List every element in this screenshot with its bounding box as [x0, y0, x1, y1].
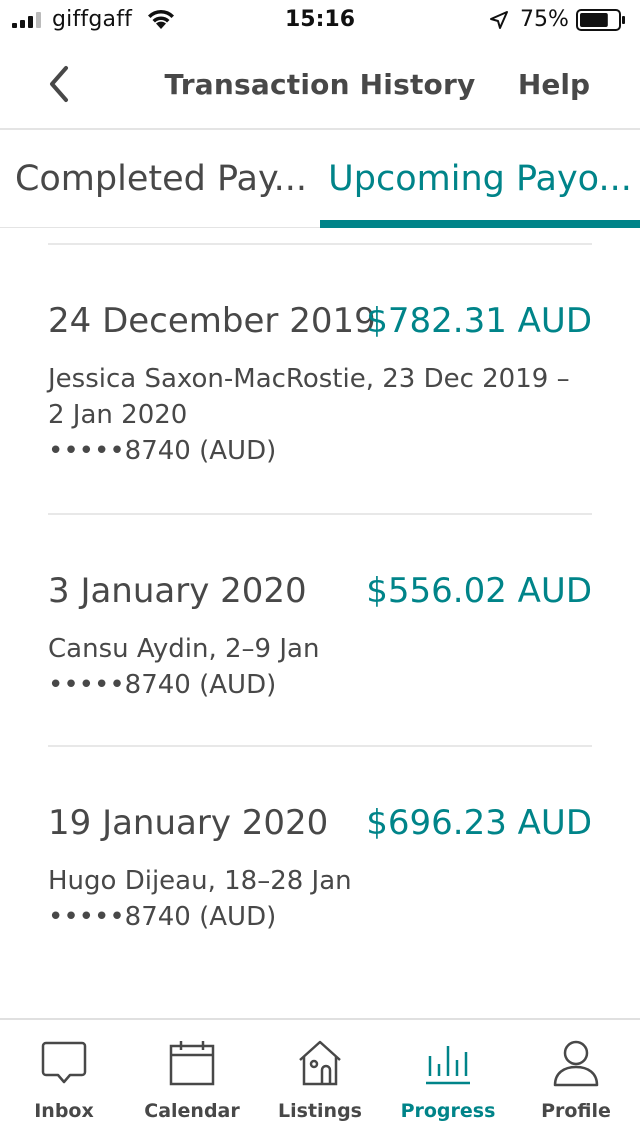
payout-list: 24 December 2019 $782.31 AUD Jessica Sax…	[48, 243, 592, 979]
screen: giffgaff 15:16 75% Transaction History H…	[0, 0, 640, 1136]
payout-amount: $696.23 AUD	[366, 803, 592, 843]
status-bar: giffgaff 15:16 75%	[0, 0, 640, 40]
payout-guest-dates: Jessica Saxon-MacRostie, 23 Dec 2019 – 2…	[48, 364, 570, 430]
payout-account: •••••8740 (AUD)	[48, 436, 277, 466]
tab-bar-item-profile[interactable]: Profile	[512, 1020, 640, 1136]
payout-account: •••••8740 (AUD)	[48, 670, 277, 700]
payout-guest-dates: Hugo Dijeau, 18–28 Jan	[48, 866, 352, 896]
battery-icon	[576, 9, 625, 31]
person-icon	[553, 1040, 599, 1087]
bottom-tab-bar: Inbox Calendar Listings Progress Profile	[0, 1018, 640, 1136]
payout-account: •••••8740 (AUD)	[48, 902, 277, 932]
speech-bubble-icon	[41, 1041, 87, 1084]
payout-date: 19 January 2020	[48, 803, 329, 843]
payout-header: 19 January 2020 $696.23 AUD	[48, 803, 592, 843]
tab-bar-label: Progress	[400, 1100, 496, 1122]
payout-date: 3 January 2020	[48, 571, 307, 611]
payout-header: 3 January 2020 $556.02 AUD	[48, 571, 592, 611]
tab-bar-label: Inbox	[34, 1100, 94, 1122]
payout-amount: $782.31 AUD	[366, 301, 592, 341]
payout-date: 24 December 2019	[48, 301, 376, 341]
payout-item[interactable]: 24 December 2019 $782.31 AUD Jessica Sax…	[48, 245, 592, 515]
tab-bar-item-calendar[interactable]: Calendar	[128, 1020, 256, 1136]
tab-bar-item-progress[interactable]: Progress	[384, 1020, 512, 1136]
tab-bar-item-inbox[interactable]: Inbox	[0, 1020, 128, 1136]
payout-item[interactable]: 19 January 2020 $696.23 AUD Hugo Dijeau,…	[48, 747, 592, 979]
nav-bar: Transaction History Help	[0, 40, 640, 130]
tab-bar-item-listings[interactable]: Listings	[256, 1020, 384, 1136]
house-icon	[299, 1040, 341, 1086]
payout-header: 24 December 2019 $782.31 AUD	[48, 301, 592, 341]
tab-bar-label: Listings	[278, 1100, 362, 1122]
active-tab-indicator	[320, 220, 640, 228]
payout-tabs: Completed Pay... Upcoming Payo...	[0, 130, 640, 228]
tab-bar-label: Profile	[541, 1100, 611, 1122]
help-button[interactable]: Help	[518, 68, 590, 101]
payout-guest-dates: Cansu Aydin, 2–9 Jan	[48, 634, 320, 664]
tab-completed-payouts[interactable]: Completed Pay...	[0, 130, 320, 228]
tab-upcoming-payouts[interactable]: Upcoming Payo...	[320, 130, 640, 228]
location-arrow-icon	[490, 11, 508, 29]
tab-bar-label: Calendar	[144, 1100, 240, 1122]
payout-item[interactable]: 3 January 2020 $556.02 AUD Cansu Aydin, …	[48, 515, 592, 747]
bar-chart-icon	[426, 1046, 470, 1085]
payout-amount: $556.02 AUD	[366, 571, 592, 611]
battery-percent: 75%	[520, 7, 569, 32]
calendar-icon	[169, 1041, 215, 1086]
